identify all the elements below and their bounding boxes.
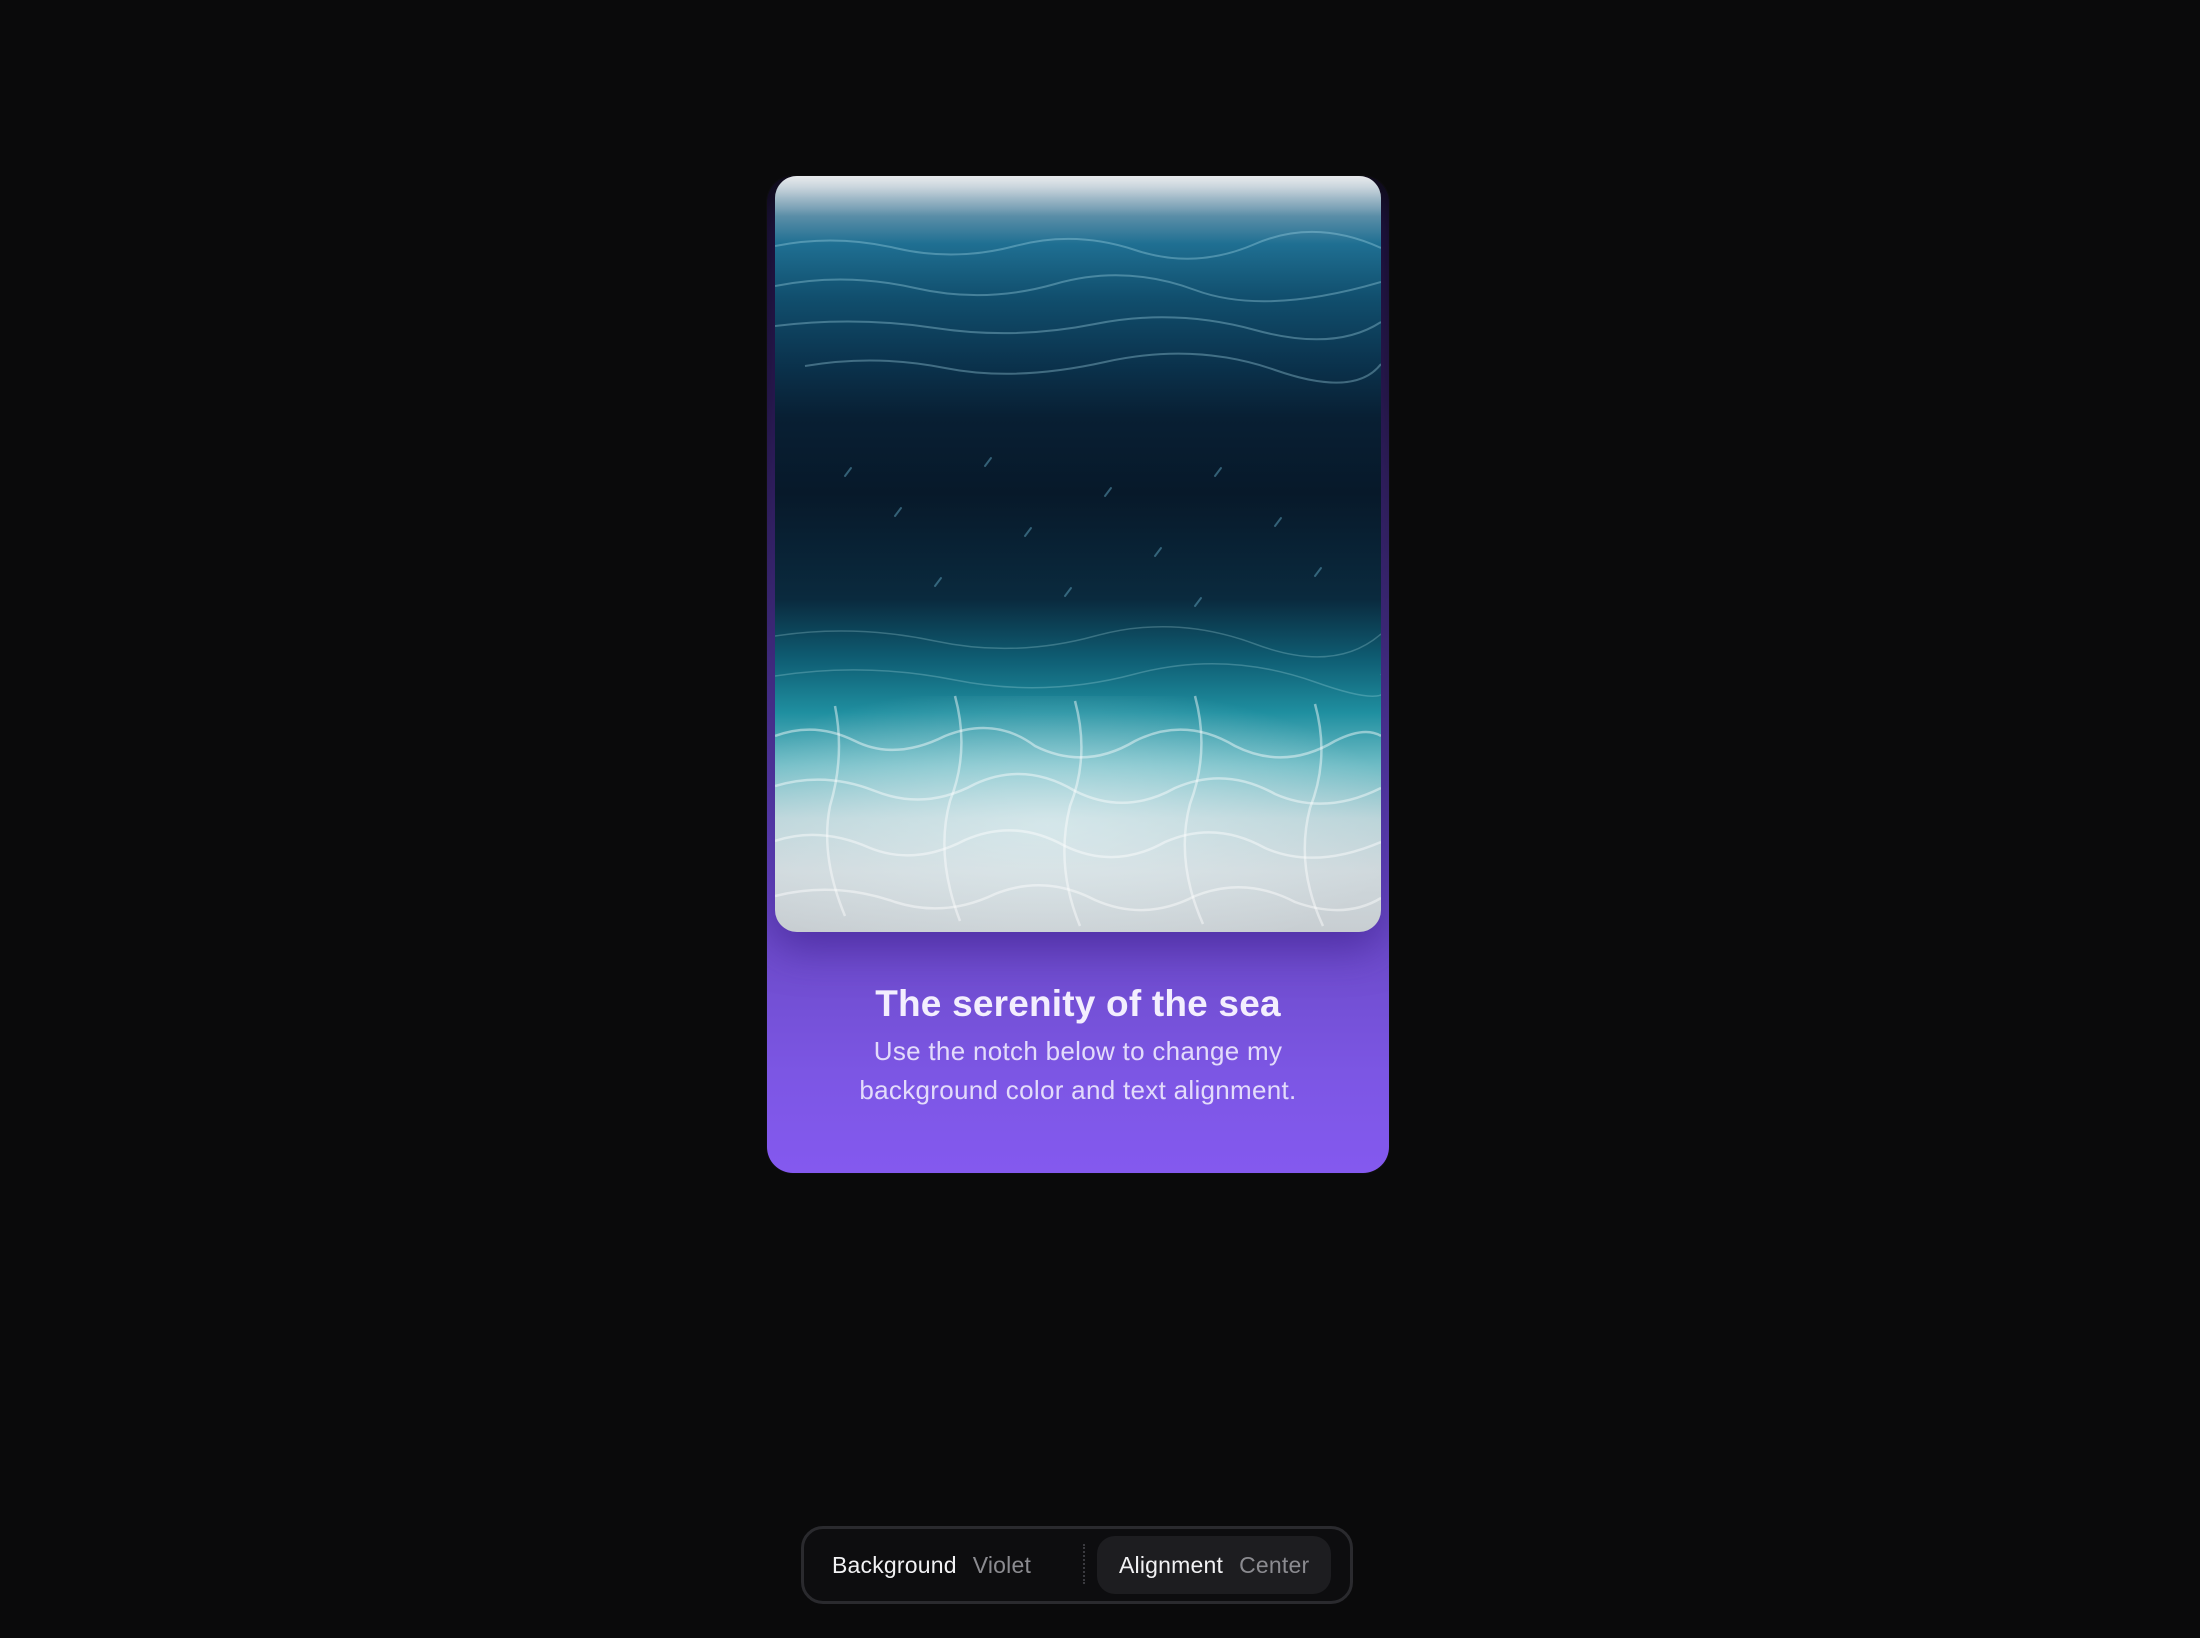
stage: The serenity of the sea Use the notch be…: [0, 0, 2200, 1638]
notch-divider: [1083, 1544, 1085, 1584]
background-value: Violet: [972, 1551, 1032, 1578]
background-selector[interactable]: Background Violet: [812, 1536, 1051, 1594]
card-description: Use the notch below to change my backgro…: [859, 1036, 1297, 1106]
card-title: The serenity of the sea: [875, 983, 1281, 1024]
background-label: Background: [832, 1551, 957, 1578]
alignment-selector[interactable]: Alignment Center: [1097, 1536, 1332, 1594]
feature-card: The serenity of the sea Use the notch be…: [767, 176, 1389, 1173]
alignment-label: Alignment: [1119, 1551, 1224, 1578]
underwater-sea-image: [775, 176, 1381, 932]
sea-caustics-illustration: [775, 176, 1381, 932]
alignment-value: Center: [1239, 1551, 1310, 1578]
settings-notch: Background Violet Alignment Center: [801, 1526, 1353, 1604]
card-text-block: The serenity of the sea Use the notch be…: [767, 982, 1389, 1110]
